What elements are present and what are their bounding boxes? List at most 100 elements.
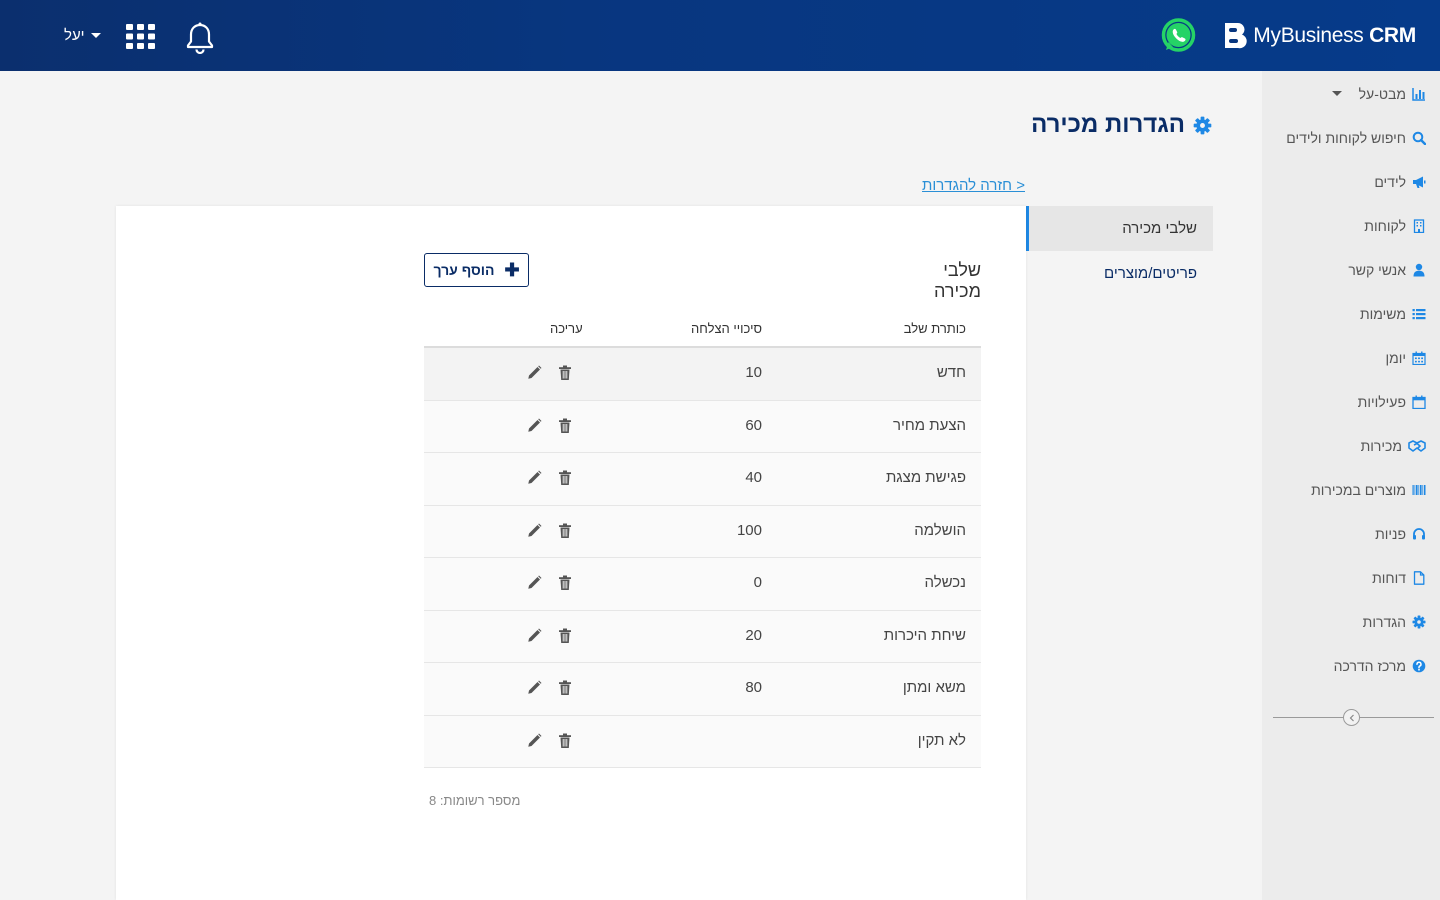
brand-mark-icon [1225,23,1247,49]
column-header-title[interactable]: כותרת שלב [904,321,966,336]
sidebar-item-tasks[interactable]: משימות [1360,302,1426,326]
headset-icon [1412,527,1426,541]
brand-logo[interactable]: MyBusiness CRM [1223,21,1416,51]
section-title: שלבי מכירה [934,260,981,301]
stage-probability: 60 [745,416,762,434]
gear-icon [1193,116,1212,134]
table-row[interactable]: הצעת מחיר 60 [424,400,981,453]
column-header-edit: עריכה [550,321,583,336]
stage-probability: 10 [745,364,762,381]
sidebar-item-label: יומן [1385,350,1406,366]
stage-title: נכשלה [924,574,966,591]
trash-icon[interactable] [558,575,572,591]
file-icon [1412,571,1426,585]
barcode-icon [1412,483,1426,497]
calendar-icon [1412,395,1426,409]
sidebar-item-leads[interactable]: לידים [1374,170,1426,194]
trash-icon[interactable] [558,418,572,434]
sidebar-item-label: לקוחות [1364,218,1406,234]
pencil-icon[interactable] [527,575,542,590]
sidebar-item-label: דוחות [1372,570,1406,586]
top-header: MyBusiness CRM יעל [0,0,1440,71]
sidebar-item-label: משימות [1360,306,1406,322]
sidebar-item-label: מכירות [1360,438,1402,454]
trash-icon[interactable] [558,470,572,486]
pencil-icon[interactable] [527,365,542,380]
trash-icon[interactable] [558,733,572,749]
sidebar-item-label: פניות [1375,526,1406,542]
sidebar-item-sales[interactable]: מכירות [1361,434,1426,458]
table-header: כותרת שלב סיכויי הצלחה עריכה [424,313,981,348]
sidebar-item-label: פעילויות [1357,394,1406,410]
trash-icon[interactable] [558,680,572,696]
tab-items-products[interactable]: פריטים/מוצרים [1026,251,1213,296]
bar-chart-icon [1412,87,1426,101]
sidebar-item-help-center[interactable]: מרכז הדרכה [1334,654,1426,678]
question-icon [1412,659,1426,673]
pencil-icon[interactable] [527,523,542,538]
sidebar-item-reports[interactable]: דוחות [1372,566,1426,590]
table-row[interactable]: שיחת היכרות 20 [424,610,981,663]
add-value-label: הוסף ערך [433,262,495,278]
apps-grid-icon[interactable] [126,24,155,49]
sale-stages-table: כותרת שלב סיכויי הצלחה עריכה חדש 10 הצעת… [424,313,981,768]
sidebar-item-calendar[interactable]: יומן [1385,346,1426,370]
sidebar-item-activities[interactable]: פעילויות [1358,390,1426,414]
sidebar-item-customers[interactable]: לקוחות [1364,214,1426,238]
bell-icon[interactable] [185,22,215,54]
sidebar-item-search[interactable]: חיפוש לקוחות ולידים [1286,126,1426,150]
back-to-settings-link[interactable]: < חזרה להגדרות [922,177,1025,194]
pencil-icon[interactable] [527,733,542,748]
sidebar-item-inquiries[interactable]: פניות [1375,522,1426,546]
user-menu[interactable]: יעל [64,24,101,46]
trash-icon[interactable] [558,523,572,539]
sidebar-item-products-in-sales[interactable]: מוצרים במכירות [1311,478,1426,502]
stage-probability: 0 [753,574,762,591]
chevron-down-icon[interactable] [1332,91,1342,96]
calendar-grid-icon [1412,351,1426,365]
sidebar-item-settings[interactable]: הגדרות [1363,610,1426,634]
page-title-block: הגדרות מכירה [1031,110,1212,140]
chevron-down-icon [90,32,101,38]
building-icon [1412,219,1426,233]
column-header-probability[interactable]: סיכויי הצלחה [644,321,762,336]
table-row[interactable]: משא ומתן 80 [424,663,981,716]
stage-probability: 80 [745,679,762,696]
stage-title: הצעת מחיר [892,416,966,434]
pencil-icon[interactable] [527,418,542,433]
stage-title: שיחת היכרות [883,626,966,644]
sidebar-item-label: אנשי קשר [1348,262,1406,278]
tab-sale-stages[interactable]: שלבי מכירה [1026,206,1213,251]
stage-title: חדש [936,364,966,381]
table-row[interactable]: הושלמה 100 [424,505,981,558]
handshake-icon [1408,439,1426,453]
sidebar-item-contacts[interactable]: אנשי קשר [1348,258,1426,282]
search-icon [1412,131,1426,145]
pencil-icon[interactable] [527,470,542,485]
sidebar-collapse-button[interactable] [1343,709,1360,726]
table-row[interactable]: נכשלה 0 [424,558,981,611]
stage-probability: 40 [745,469,762,486]
sidebar-item-overview[interactable]: מבט-על [1359,82,1426,106]
trash-icon[interactable] [558,365,572,381]
stage-title: לא תקין [917,731,966,749]
add-value-button[interactable]: ✚ הוסף ערך [424,253,529,287]
whatsapp-icon[interactable] [1160,17,1197,54]
megaphone-icon [1412,175,1426,189]
gear-icon [1412,615,1426,629]
pencil-icon[interactable] [527,680,542,695]
plus-icon: ✚ [504,260,520,280]
table-row[interactable]: לא תקין [424,715,981,768]
sidebar-item-label: הגדרות [1362,614,1406,630]
sidebar-item-label: מרכז הדרכה [1333,658,1406,674]
table-row[interactable]: חדש 10 [424,348,981,401]
sale-stages-card: שלבי מכירה ✚ הוסף ערך כותרת שלב סיכויי ה… [116,206,1026,900]
pencil-icon[interactable] [527,628,542,643]
stage-title: פגישת מצגת [885,469,966,486]
list-icon [1412,307,1426,321]
table-row[interactable]: פגישת מצגת 40 [424,453,981,506]
stage-probability: 20 [745,626,762,644]
sidebar-item-label: לידים [1374,174,1406,190]
trash-icon[interactable] [558,628,572,644]
brand-name: MyBusiness [1253,24,1364,47]
